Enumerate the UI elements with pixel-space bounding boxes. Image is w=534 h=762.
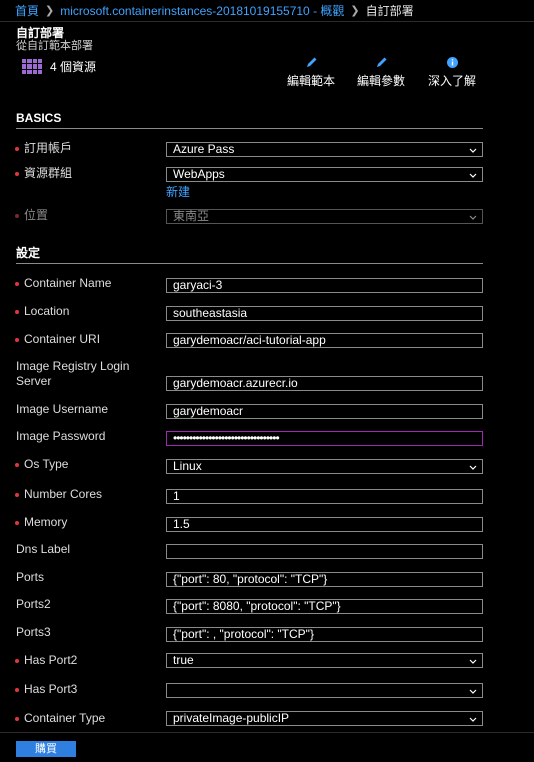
registry-server-input[interactable]: garydemoacr.azurecr.io: [166, 376, 483, 391]
edit-template-label: 編輯範本: [286, 74, 335, 88]
registry-server-label: Image Registry Login Server: [16, 359, 130, 388]
resources-grid-icon: [22, 59, 42, 74]
ports3-label: Ports3: [16, 625, 51, 639]
required-indicator: [15, 338, 19, 342]
blade-subtitle: 從自訂範本部署: [16, 40, 93, 52]
has-port3-label: Has Port3: [24, 682, 78, 696]
required-indicator: [15, 717, 19, 721]
location-select: 東南亞: [166, 209, 483, 224]
footer-bar: 購買: [0, 732, 534, 762]
chevron-down-icon: [469, 465, 477, 470]
number-cores-input[interactable]: 1: [166, 489, 483, 504]
container-name-input[interactable]: garyaci-3: [166, 278, 483, 293]
breadcrumb-current: 自訂部署: [365, 4, 414, 18]
subscription-label: 訂用帳戶: [24, 141, 73, 155]
pencil-icon: [306, 57, 316, 67]
required-indicator: [15, 659, 19, 663]
location-param-input[interactable]: southeastasia: [166, 306, 483, 321]
purchase-button[interactable]: 購買: [16, 741, 76, 757]
image-password-input[interactable]: •••••••••••••••••••••••••••••••••: [166, 431, 483, 446]
section-divider: [16, 263, 483, 264]
learn-more-label: 深入了解: [427, 74, 476, 88]
location-param-label: Location: [24, 304, 70, 318]
edit-template-button[interactable]: 編輯範本: [285, 56, 337, 89]
resource-group-label: 資源群組: [24, 166, 73, 180]
learn-more-button[interactable]: 深入了解: [426, 56, 478, 89]
required-indicator: [15, 172, 19, 176]
container-uri-input[interactable]: garydemoacr/aci-tutorial-app: [166, 333, 483, 348]
subscription-select[interactable]: Azure Pass: [166, 142, 483, 157]
required-indicator: [15, 688, 19, 692]
required-indicator: [15, 463, 19, 467]
ports-label: Ports: [16, 570, 45, 584]
ports2-label: Ports2: [16, 597, 51, 611]
chevron-down-icon: [469, 215, 477, 220]
location-label: 位置: [24, 208, 49, 222]
required-indicator: [15, 310, 19, 314]
dns-label-label: Dns Label: [16, 542, 71, 556]
required-indicator: [15, 147, 19, 151]
chevron-right-icon: ❯: [45, 5, 55, 17]
memory-input[interactable]: 1.5: [166, 517, 483, 532]
has-port3-select[interactable]: [166, 683, 483, 698]
chevron-down-icon: [469, 659, 477, 664]
container-type-label: Container Type: [24, 711, 106, 725]
required-indicator: [15, 214, 19, 218]
has-port2-label: Has Port2: [24, 653, 78, 667]
chevron-down-icon: [469, 717, 477, 722]
section-title-basics: BASICS: [16, 111, 62, 125]
dns-label-input[interactable]: [166, 544, 483, 559]
breadcrumb-resource-group-link[interactable]: microsoft.containerinstances-20181019155…: [60, 2, 344, 19]
container-uri-label: Container URI: [24, 332, 101, 346]
required-indicator: [15, 282, 19, 286]
required-indicator: [15, 521, 19, 525]
ports-input[interactable]: {"port": 80, "protocol": "TCP"}: [166, 572, 483, 587]
container-type-select[interactable]: privateImage-publicIP: [166, 711, 483, 726]
resource-group-select[interactable]: WebApps: [166, 167, 483, 182]
breadcrumb: 首頁 ❯ microsoft.containerinstances-201810…: [0, 0, 534, 22]
image-password-label: Image Password: [16, 429, 106, 443]
has-port2-select[interactable]: true: [166, 653, 483, 668]
number-cores-label: Number Cores: [24, 487, 103, 501]
os-type-label: Os Type: [24, 457, 69, 471]
create-new-resource-group-link[interactable]: 新建: [166, 183, 190, 200]
image-username-input[interactable]: garydemoacr: [166, 404, 483, 419]
breadcrumb-home-link[interactable]: 首頁: [15, 2, 39, 19]
info-icon: [446, 57, 458, 68]
image-username-label: Image Username: [16, 402, 109, 416]
resource-count[interactable]: 4 個資源: [22, 58, 96, 75]
edit-parameters-label: 編輯參數: [356, 74, 405, 88]
chevron-down-icon: [469, 173, 477, 178]
os-type-select[interactable]: Linux: [166, 459, 483, 474]
ports2-input[interactable]: {"port": 8080, "protocol": "TCP"}: [166, 599, 483, 614]
ports3-input[interactable]: {"port": , "protocol": "TCP"}: [166, 627, 483, 642]
required-indicator: [15, 493, 19, 497]
chevron-down-icon: [469, 148, 477, 153]
memory-label: Memory: [24, 515, 68, 529]
chevron-right-icon: ❯: [350, 5, 360, 17]
section-title-settings: 設定: [16, 246, 41, 260]
resource-count-label: 4 個資源: [50, 60, 97, 74]
pencil-icon: [376, 57, 386, 67]
section-divider: [16, 128, 483, 129]
chevron-down-icon: [469, 689, 477, 694]
edit-parameters-button[interactable]: 編輯參數: [355, 56, 407, 89]
container-name-label: Container Name: [24, 276, 112, 290]
